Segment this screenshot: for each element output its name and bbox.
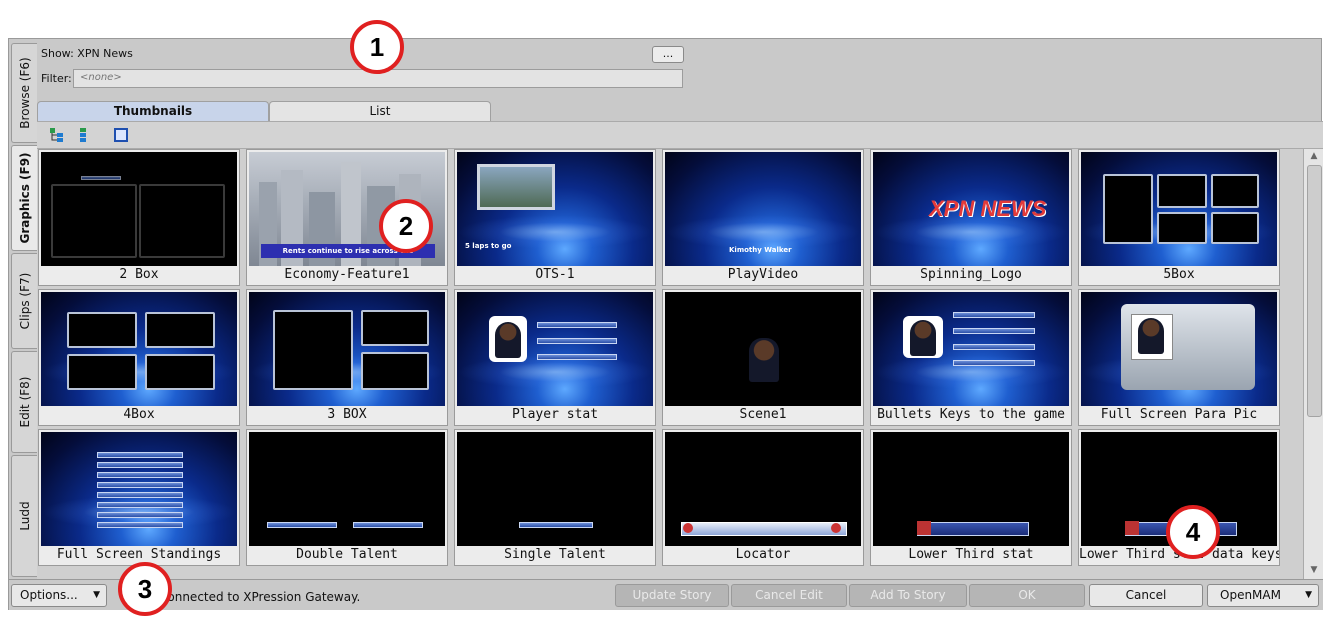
select-frame-icon[interactable] [113,127,129,143]
side-tab-strip: Browse (F6) Graphics (F9) Clips (F7) Edi… [9,39,37,579]
thumbnail-grid: 2 Box Rents continue to rise across the … [37,149,1303,579]
tab-thumbnails[interactable]: Thumbnails [37,101,269,121]
thumbnail-caption: 3 BOX [327,407,367,422]
thumbnail-overlay-text: 5 laps to go [465,242,512,250]
callout-3: 3 [118,562,172,616]
thumbnail-image: Kimothy Walker [665,152,861,266]
tab-list[interactable]: List [269,101,491,121]
tab-graphics[interactable]: Graphics (F9) [11,145,37,251]
tab-browse[interactable]: Browse (F6) [11,43,37,143]
tab-edit-label: Edit (F8) [17,376,32,428]
thumbnail-caption: 2 Box [119,267,159,282]
vertical-scrollbar[interactable]: ▲ ▼ [1303,149,1323,579]
cancel-edit-button[interactable]: Cancel Edit [731,584,847,607]
tab-graphics-label: Graphics (F9) [17,152,32,244]
callout-4: 4 [1166,505,1220,559]
show-browse-button[interactable]: ... [652,46,684,63]
chevron-down-icon: ▼ [1305,590,1312,600]
thumbnail-item[interactable]: Full Screen Standings [38,429,240,566]
thumbnail-overlay-text: XPN NEWS [929,196,1047,221]
callout-1: 1 [350,20,404,74]
bottom-action-bar: Options... ▼ Connected to XPression Gate… [9,579,1323,610]
openmam-button[interactable]: OpenMAM ▼ [1207,584,1319,607]
tab-ludd[interactable]: Ludd [11,455,37,577]
tab-clips-label: Clips (F7) [17,272,32,330]
scroll-down-icon[interactable]: ▼ [1307,565,1321,577]
thumbnail-caption: PlayVideo [727,267,799,282]
thumbnail-caption: Player stat [511,407,599,422]
thumbnail-caption: Full Screen Para Pic [1100,407,1258,422]
options-label: Options... [20,588,78,602]
view-toolbar [37,121,1323,149]
thumbnail-image [41,152,237,266]
openmam-label: OpenMAM [1220,588,1281,602]
thumbnail-item[interactable]: Single Talent [454,429,656,566]
options-button[interactable]: Options... ▼ [11,584,107,607]
thumbnail-image [457,292,653,406]
thumbnail-item[interactable]: XPN NEWS Spinning_Logo [870,149,1072,286]
thumbnail-caption: Spinning_Logo [920,267,1022,282]
cancel-button[interactable]: Cancel [1089,584,1203,607]
thumbnail-caption: Single Talent [504,547,606,562]
thumbnail-image: XPN NEWS [873,152,1069,266]
thumbnail-item[interactable]: Scene1 [662,289,864,426]
thumbnail-item[interactable]: Lower Third stat [870,429,1072,566]
tab-browse-label: Browse (F6) [17,57,32,129]
thumbnail-image [249,292,445,406]
thumbnail-caption: Bullets Keys to the game [877,407,1065,422]
callout-2: 2 [379,199,433,253]
thumbnail-overlay-text: Kimothy Walker [729,246,792,254]
thumbnail-image [665,432,861,546]
thumbnail-image [665,292,861,406]
thumbnail-caption: Scene1 [739,407,787,422]
tab-clips[interactable]: Clips (F7) [11,253,37,349]
thumbnail-item[interactable]: Kimothy Walker PlayVideo [662,149,864,286]
chevron-down-icon: ▼ [93,590,100,600]
thumbnail-caption: 5Box [1163,267,1195,282]
thumbnail-image [41,292,237,406]
thumbnail-caption: Economy-Feature1 [284,267,410,282]
scroll-thumb[interactable] [1307,165,1322,417]
status-text: Connected to XPression Gateway. [159,590,361,604]
thumbnail-item[interactable]: 5Box [1078,149,1280,286]
thumbnail-image [873,432,1069,546]
thumbnail-item[interactable]: 2 Box [38,149,240,286]
thumbnail-image [873,292,1069,406]
show-label: Show: XPN News [41,47,133,60]
thumbnail-caption: 4Box [123,407,155,422]
ok-button[interactable]: OK [969,584,1085,607]
thumbnail-item[interactable]: Double Talent [246,429,448,566]
hierarchy-icon[interactable] [75,127,91,143]
scroll-up-icon[interactable]: ▲ [1307,151,1321,163]
thumbnail-image [1081,292,1277,406]
thumbnail-caption: OTS-1 [535,267,575,282]
thumbnail-image [41,432,237,546]
tab-ludd-label: Ludd [17,501,32,531]
thumbnail-image: 5 laps to go [457,152,653,266]
thumbnail-item[interactable]: 5 laps to go OTS-1 [454,149,656,286]
tab-edit[interactable]: Edit (F8) [11,351,37,453]
thumbnail-caption: Locator [735,547,791,562]
add-to-story-button[interactable]: Add To Story [849,584,967,607]
tree-view-icon[interactable] [49,127,65,143]
thumbnail-item[interactable]: Full Screen Para Pic [1078,289,1280,426]
thumbnail-image [249,432,445,546]
thumbnail-image [1081,152,1277,266]
thumbnail-caption: Lower Third stat [908,547,1034,562]
filter-label: Filter: [41,72,72,85]
thumbnail-item[interactable]: 4Box [38,289,240,426]
thumbnail-item[interactable]: Bullets Keys to the game [870,289,1072,426]
thumbnail-image [457,432,653,546]
update-story-button[interactable]: Update Story [615,584,729,607]
graphics-browser-panel: Browse (F6) Graphics (F9) Clips (F7) Edi… [8,38,1323,610]
thumbnail-item[interactable]: Locator [662,429,864,566]
thumbnail-item[interactable]: 3 BOX [246,289,448,426]
thumbnail-caption: Double Talent [296,547,398,562]
thumbnail-item[interactable]: Player stat [454,289,656,426]
